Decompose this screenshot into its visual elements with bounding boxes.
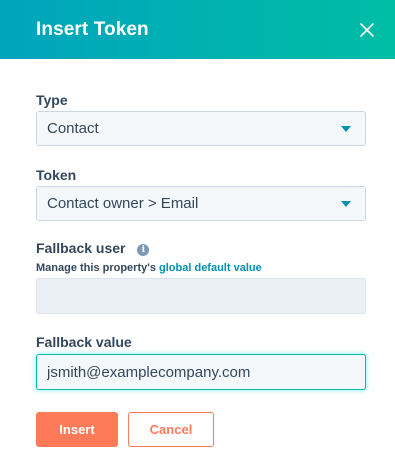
type-select[interactable]: Contact (36, 111, 366, 146)
token-select-value: Contact owner > Email (47, 195, 199, 212)
dialog-header: Insert Token (0, 0, 395, 59)
close-icon (360, 22, 374, 37)
cancel-button[interactable]: Cancel (128, 412, 214, 447)
close-button[interactable] (355, 18, 379, 42)
fallback-user-label-text: Fallback user (36, 240, 126, 256)
info-icon[interactable]: i (137, 244, 150, 256)
fallback-user-field[interactable] (36, 278, 366, 314)
global-default-link[interactable]: global default value (159, 262, 262, 274)
caret-down-icon (341, 125, 351, 132)
token-label: Token (36, 167, 77, 183)
fallback-value-label: Fallback value (36, 334, 132, 350)
type-select-value: Contact (47, 120, 99, 137)
fallback-user-label: Fallback user i (36, 240, 150, 256)
token-select[interactable]: Contact owner > Email (36, 186, 366, 221)
insert-button[interactable]: Insert (36, 412, 118, 447)
dialog-title: Insert Token (36, 18, 149, 40)
fallback-user-help: Manage this property's global default va… (36, 262, 262, 274)
caret-down-icon (341, 200, 351, 207)
help-text: Manage this property's (36, 262, 160, 274)
type-label: Type (36, 92, 68, 108)
fallback-value-input[interactable] (36, 354, 366, 390)
